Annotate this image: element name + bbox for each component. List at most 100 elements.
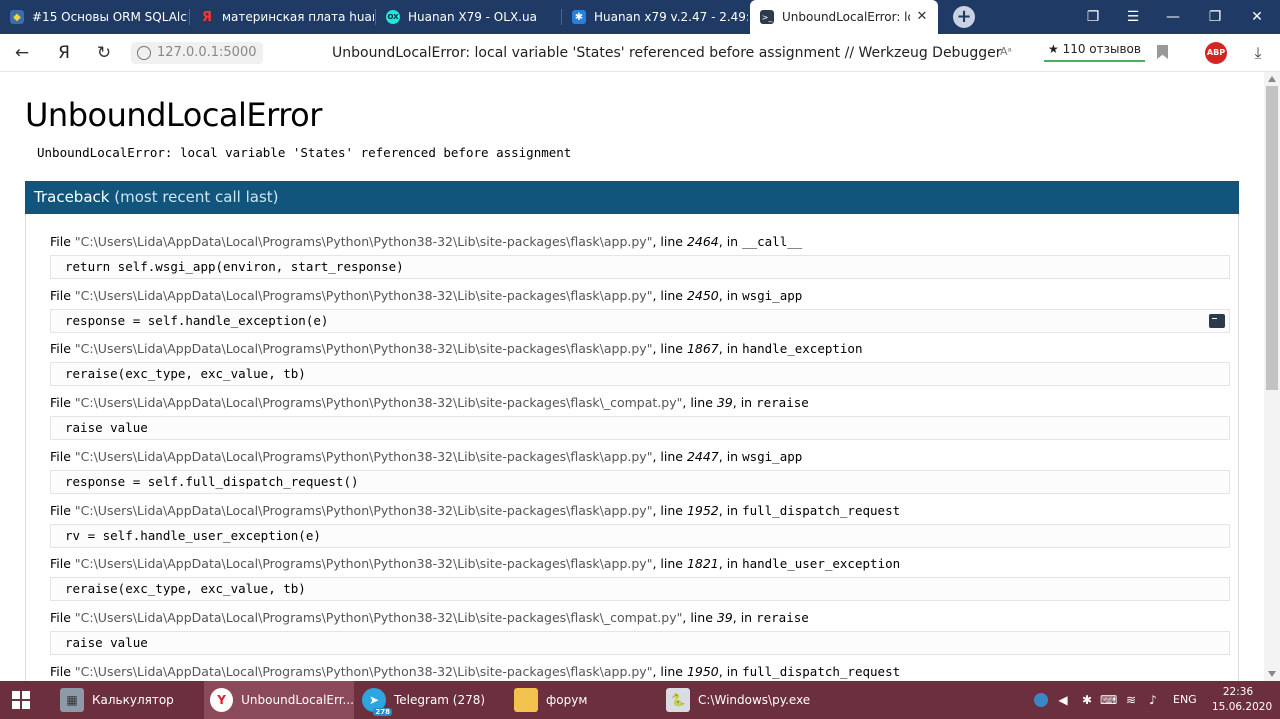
frame-source[interactable]: reraise(exc_type, exc_value, tb) [50,577,1230,601]
taskbar-calculator[interactable]: ▦ Калькулятор [52,681,202,719]
open-console-icon[interactable] [1209,314,1225,328]
clock-time: 22:36 [1222,686,1254,698]
language-indicator[interactable]: ENG [1173,693,1197,706]
yandex-icon: Я [201,9,212,25]
close-tab-icon[interactable]: ✕ [914,9,930,25]
frame-source-code: rv = self.handle_user_exception(e) [65,528,321,543]
frame-file: "C:\Users\Lida\AppData\Local\Programs\Py… [74,395,683,410]
new-tab-button[interactable]: + [953,6,975,28]
tab-unboundlocalerror[interactable]: >_ UnboundLocalError: local ✕ [750,0,938,34]
menu-icon[interactable]: ☰ [1113,0,1153,34]
tab-olx[interactable]: OX Huanan X79 - OLX.ua [376,0,560,34]
error-title: UnboundLocalError [25,96,322,134]
telegram-icon: ➤ 278 [362,688,392,716]
taskbar-telegram[interactable]: ➤ 278 Telegram (278) [356,681,506,719]
frame-function: reraise [756,395,809,410]
frame-source[interactable]: response = self.full_dispatch_request() [50,470,1230,494]
scroll-thumb[interactable] [1266,86,1278,390]
translate-icon[interactable]: Aᵃ [1000,45,1012,58]
taskbar-label: форум [546,693,588,707]
taskbar-label: Telegram (278) [394,693,486,707]
frame-line-number: 2464 [686,234,719,249]
tab-motherboard-search[interactable]: Я материнская плата huanan [190,0,374,34]
traceback-label: Traceback [34,188,110,206]
frame-source-code: reraise(exc_type, exc_value, tb) [65,581,306,596]
frame-file: "C:\Users\Lida\AppData\Local\Programs\Py… [74,610,683,625]
tab-manager-icon[interactable]: ❐ [1073,0,1113,34]
frame-function: reraise [756,610,809,625]
frame-file: "C:\Users\Lida\AppData\Local\Programs\Py… [74,234,653,249]
frame-line-number: 2447 [686,449,719,464]
python-launcher-icon: 🐍 [666,688,690,712]
taskbar-label: C:\Windows\py.exe [698,693,811,707]
adblock-plus-icon[interactable]: ABP [1205,42,1227,64]
frame-file: "C:\Users\Lida\AppData\Local\Programs\Py… [74,341,653,356]
volume-icon[interactable]: ♪ [1146,693,1160,707]
frame-function: __call__ [742,234,803,249]
windows-start-icon[interactable] [12,691,30,709]
keyboard-icon[interactable]: ⌨ [1100,693,1117,707]
frame-line-number: 1952 [686,503,719,518]
frame-file: "C:\Users\Lida\AppData\Local\Programs\Py… [74,449,653,464]
tab-title: Huanan X79 - OLX.ua [408,10,537,24]
restore-button[interactable]: ❐ [1195,0,1235,34]
address-bar[interactable]: 127.0.0.1:5000 [131,42,263,64]
bluetooth-icon[interactable]: ✱ [1080,693,1094,707]
folder-icon [514,688,538,712]
frame-source-code: return self.wsgi_app(environ, start_resp… [65,259,404,274]
traceback-frame: File "C:\Users\Lida\AppData\Local\Progra… [50,664,1230,681]
page-title-in-address[interactable]: UnboundLocalError: local variable 'State… [332,43,1001,63]
snowflake-icon: ✱ [572,10,586,24]
scroll-down-arrow-icon[interactable] [1268,671,1276,677]
network-tray-icon[interactable] [1034,693,1048,707]
scroll-up-arrow-icon[interactable] [1268,76,1276,82]
tab-orm-sqlalchemy[interactable]: ◆ #15 Основы ORM SQLAlche [0,0,188,34]
frame-function: full_dispatch_request [742,664,901,679]
frame-source[interactable]: raise value [50,416,1230,440]
close-window-button[interactable]: ✕ [1237,0,1277,34]
tab-huanan-forum[interactable]: ✱ Huanan x79 v.2.47 - 2.49: x [562,0,748,34]
telegram-badge: 278 [373,708,392,716]
bookmark-icon[interactable] [1157,45,1168,59]
frame-source[interactable]: return self.wsgi_app(environ, start_resp… [50,255,1230,279]
frame-file: "C:\Users\Lida\AppData\Local\Programs\Py… [74,288,653,303]
frame-source[interactable]: response = self.handle_exception(e) [50,309,1230,333]
taskbar-folder-forum[interactable]: форум [508,681,658,719]
yandex-home-button[interactable]: Я [51,41,77,65]
frame-line-number: 1821 [686,556,719,571]
back-button[interactable]: ← [9,41,35,65]
system-clock[interactable]: 22:36 15.06.2020 [1212,685,1272,715]
reload-button[interactable]: ↻ [91,41,117,65]
taskbar-py-exe[interactable]: 🐍 C:\Windows\py.exe [660,681,820,719]
wifi-icon[interactable]: ≋ [1124,693,1138,707]
download-icon[interactable]: ⤓ [1248,42,1268,64]
frame-source-code: raise value [65,420,148,435]
python-icon: ◆ [10,10,24,24]
frame-source-code: reraise(exc_type, exc_value, tb) [65,366,306,381]
alert-tray-icon[interactable]: ◀ [1056,693,1070,707]
browser-toolbar: ← Я ↻ 127.0.0.1:5000 UnboundLocalError: … [0,34,1280,72]
traceback-body: File "C:\Users\Lida\AppData\Local\Progra… [25,214,1239,681]
page-scrollbar[interactable] [1264,72,1280,681]
taskbar-label: UnboundLocalErr... [241,693,354,707]
tab-title: UnboundLocalError: local [782,10,910,24]
calculator-icon: ▦ [60,688,84,712]
frame-header: File "C:\Users\Lida\AppData\Local\Progra… [50,503,901,518]
traceback-frame: File "C:\Users\Lida\AppData\Local\Progra… [50,341,1230,386]
frame-source[interactable]: raise value [50,631,1230,655]
frame-line-number: 39 [716,395,733,410]
traceback-header[interactable]: Traceback (most recent call last) [25,181,1239,214]
frame-line-number: 1867 [686,341,719,356]
olx-icon: OX [386,10,400,24]
frame-header: File "C:\Users\Lida\AppData\Local\Progra… [50,664,901,679]
reviews-badge[interactable]: ★ 110 отзывов [1044,40,1145,62]
frame-source[interactable]: rv = self.handle_user_exception(e) [50,524,1230,548]
tab-title: материнская плата huanan [222,10,374,24]
error-message: UnboundLocalError: local variable 'State… [37,145,572,160]
frame-header: File "C:\Users\Lida\AppData\Local\Progra… [50,610,809,625]
minimize-button[interactable]: — [1153,0,1193,34]
page-content: UnboundLocalError UnboundLocalError: loc… [0,72,1264,681]
frame-source[interactable]: reraise(exc_type, exc_value, tb) [50,362,1230,386]
taskbar-yandex-browser[interactable]: Y UnboundLocalErr... [204,681,354,719]
frame-file: "C:\Users\Lida\AppData\Local\Programs\Py… [74,503,653,518]
